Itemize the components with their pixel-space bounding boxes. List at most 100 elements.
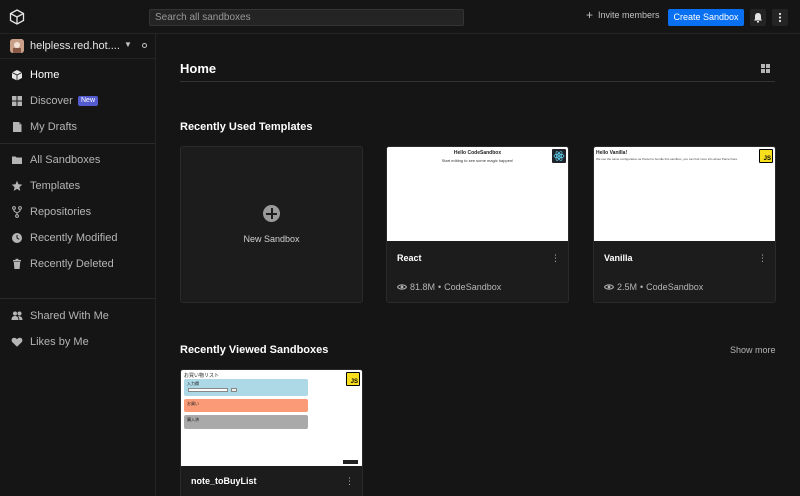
home-icon [11,70,23,81]
thumbnail-title: お買い物リスト [184,373,220,379]
thumbnail-row-label: お買い [187,401,199,406]
chevron-down-icon: ▼ [124,40,132,49]
sidebar-item-shared-with-me[interactable]: Shared With Me [0,305,156,327]
sidebar-item-label: Recently Modified [30,232,118,244]
sidebar-item-label: Templates [30,180,81,192]
invite-members-button[interactable]: + Invite members [586,8,660,22]
thumbnail-row-label: 入力欄 [187,381,199,386]
sidebar-item-label: Likes by Me [30,336,89,348]
template-name: React [397,253,422,263]
plus-icon: + [586,8,594,22]
card-menu-icon[interactable]: ⋮ [758,254,767,263]
thumbnail-subtitle: Start editing to see some magic happen! [441,158,514,163]
eye-icon [397,284,407,290]
sidebar-item-label: Discover [30,95,73,107]
template-author: CodeSandbox [646,282,704,292]
sidebar-item-label: Home [30,69,60,81]
repo-fork-icon [12,206,22,218]
search-input[interactable]: Search all sandboxes [149,9,464,26]
sandbox-name: note_toBuyList [191,476,257,486]
plus-circle-icon [263,205,280,222]
template-thumbnail: Hello Vanilla! We use the same configura… [594,147,775,241]
sidebar-item-label: All Sandboxes [30,154,101,166]
sidebar-divider [0,143,156,144]
card-menu-icon[interactable]: ⋮ [345,477,354,486]
codesandbox-dashboard: Search all sandboxes + Invite members Cr… [0,0,800,496]
sidebar-item-templates[interactable]: Templates [0,175,156,197]
thumbnail-row-label: 購入済 [187,417,199,422]
sidebar-item-label: My Drafts [30,121,78,133]
invite-members-label: Invite members [598,10,660,20]
settings-dot-icon[interactable] [142,43,147,48]
sidebar-item-all-sandboxes[interactable]: All Sandboxes [0,149,156,171]
kebab-menu-icon [778,12,782,23]
javascript-logo-icon: JS [346,372,360,386]
view-count: 81.8M [410,282,436,292]
thumbnail-subtitle: We use the same configuration as Parcel … [596,157,739,161]
template-name: Vanilla [604,253,633,263]
clock-icon [12,233,22,243]
top-bar: Search all sandboxes + Invite members Cr… [0,0,800,34]
sidebar-item-recently-deleted[interactable]: Recently Deleted [0,253,156,275]
javascript-logo-icon: JS [759,149,773,163]
star-icon [11,180,23,191]
people-icon [11,311,23,320]
drafts-icon [13,122,22,132]
meta-separator: • [640,282,644,292]
codesandbox-logo-icon[interactable] [9,9,25,25]
new-sandbox-card[interactable]: New Sandbox [180,146,363,303]
template-meta: 2.5M • CodeSandbox [604,282,703,292]
sidebar: helpless.red.hot.... ▼ Home Discover New [0,34,156,496]
bell-icon [754,13,762,23]
template-meta: 81.8M • CodeSandbox [397,282,501,292]
meta-separator: • [438,282,442,292]
sidebar-item-discover[interactable]: Discover New [0,90,156,112]
folder-icon [12,156,22,164]
thumbnail-footer-bar [343,460,358,464]
workspace-switcher[interactable]: helpless.red.hot.... ▼ [0,34,156,59]
sidebar-item-recently-modified[interactable]: Recently Modified [0,227,156,249]
sidebar-item-home[interactable]: Home [0,64,156,86]
sidebar-item-likes-by-me[interactable]: Likes by Me [0,331,156,353]
new-badge: New [78,96,99,106]
heart-icon [11,337,23,347]
discover-grid-icon [12,96,22,106]
grid-view-icon[interactable] [761,64,770,73]
react-logo-icon [552,149,566,163]
thumbnail-title: Hello Vanilla! [596,150,628,156]
thumbnail-row: 入力欄 [184,379,308,396]
template-card-react[interactable]: Hello CodeSandbox Start editing to see s… [386,146,569,303]
show-more-link[interactable]: Show more [730,345,776,355]
thumbnail-input [188,388,228,392]
template-thumbnail: Hello CodeSandbox Start editing to see s… [387,147,568,241]
sandbox-thumbnail: お買い物リスト 入力欄 お買い 購入済 JS [181,370,362,466]
thumbnail-button [231,388,237,392]
sidebar-item-label: Shared With Me [30,310,109,322]
sidebar-item-label: Repositories [30,206,92,218]
thumbnail-title: Hello CodeSandbox [453,150,502,156]
title-divider [180,81,775,82]
view-count: 2.5M [617,282,638,292]
create-sandbox-button[interactable]: Create Sandbox [668,9,744,26]
more-options-button[interactable] [772,9,788,26]
trash-icon [13,258,21,269]
page-title: Home [180,61,217,76]
notifications-button[interactable] [750,9,766,26]
card-menu-icon[interactable]: ⋮ [551,254,560,263]
eye-icon [604,284,614,290]
template-card-vanilla[interactable]: Hello Vanilla! We use the same configura… [593,146,776,303]
template-author: CodeSandbox [444,282,502,292]
sandbox-card-note-tobuylist[interactable]: お買い物リスト 入力欄 お買い 購入済 JS note_toBuyList ⋮ [180,369,363,496]
thumbnail-row: お買い [184,399,308,412]
recently-viewed-sandboxes-heading: Recently Viewed Sandboxes [180,344,329,356]
sidebar-divider [0,298,156,299]
sidebar-item-label: Recently Deleted [30,258,114,270]
avatar [10,39,24,53]
thumbnail-row: 購入済 [184,415,308,429]
new-sandbox-label: New Sandbox [243,234,300,244]
main-content: Home Recently Used Templates New Sandbox… [157,34,800,496]
recently-used-templates-heading: Recently Used Templates [180,121,313,133]
sidebar-item-my-drafts[interactable]: My Drafts [0,116,156,138]
sidebar-item-repositories[interactable]: Repositories [0,201,156,223]
workspace-name: helpless.red.hot.... [30,40,120,52]
